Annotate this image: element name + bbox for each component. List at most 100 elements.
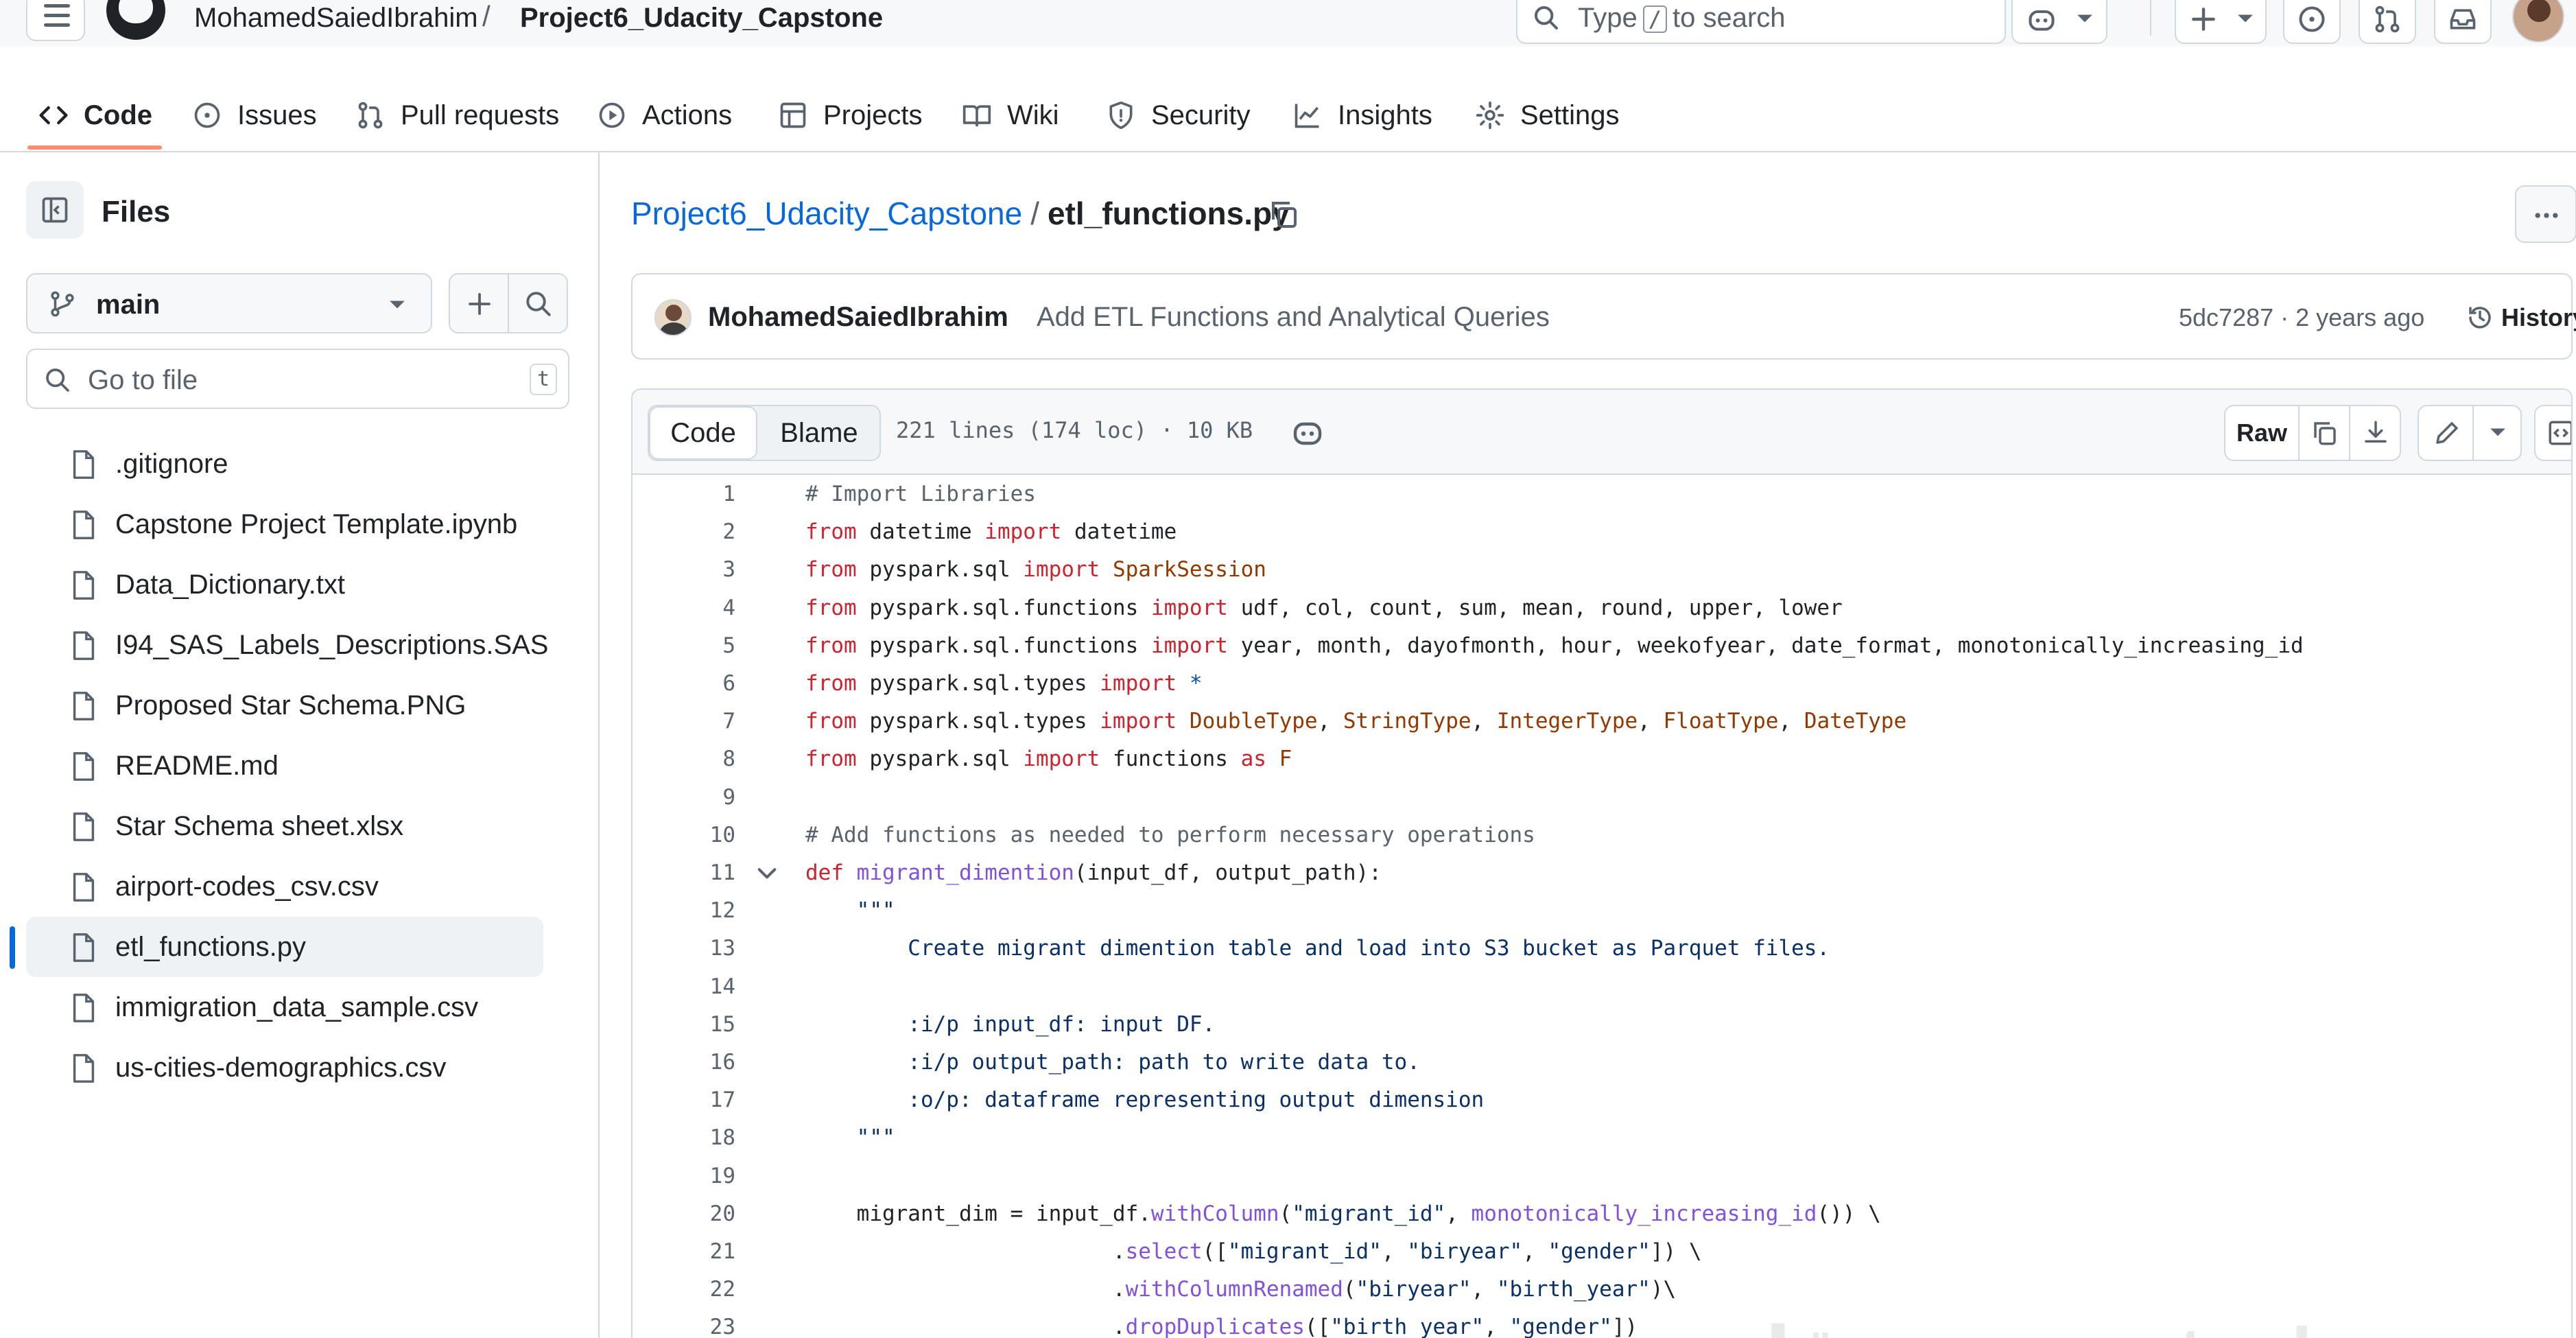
edit-file-button[interactable] xyxy=(2419,406,2474,460)
tab-projects[interactable]: Projects xyxy=(778,89,923,152)
file-tree-item[interactable]: I94_SAS_Labels_Descriptions.SAS xyxy=(26,615,548,675)
user-avatar[interactable] xyxy=(2512,0,2564,43)
file-icon xyxy=(73,752,95,781)
more-options-button[interactable] xyxy=(2515,185,2576,243)
commit-meta[interactable]: 5dc7287 · 2 years ago xyxy=(2179,303,2424,332)
line-number[interactable]: 6 xyxy=(653,671,735,696)
menu-button[interactable] xyxy=(26,0,85,41)
file-tree-item[interactable]: README.md xyxy=(26,736,543,796)
create-new-button[interactable] xyxy=(2175,0,2267,44)
edit-options-button[interactable] xyxy=(2475,406,2522,460)
book-icon xyxy=(962,105,991,127)
line-number[interactable]: 17 xyxy=(653,1088,735,1112)
tab-code-label: Code xyxy=(84,100,152,130)
line-number[interactable]: 1 xyxy=(653,482,735,506)
tab-pull-requests[interactable]: Pull requests xyxy=(355,89,559,152)
line-number[interactable]: 12 xyxy=(653,898,735,923)
line-number[interactable]: 20 xyxy=(653,1201,735,1226)
code-token: # Add functions as needed to perform nec… xyxy=(805,822,1535,847)
line-number[interactable]: 15 xyxy=(653,1012,735,1037)
line-number[interactable]: 9 xyxy=(653,785,735,810)
code-token: """ xyxy=(805,1125,895,1151)
file-tree-item[interactable]: airport-codes_csv.csv xyxy=(26,856,543,917)
line-number[interactable]: 16 xyxy=(653,1050,735,1075)
symbols-panel-button[interactable] xyxy=(2534,405,2571,461)
line-number[interactable]: 14 xyxy=(653,974,735,999)
file-tree-item[interactable]: us-cities-demographics.csv xyxy=(26,1037,543,1098)
file-tree-item[interactable]: .gitignore xyxy=(26,434,543,494)
line-number[interactable]: 2 xyxy=(653,519,735,544)
file-tree-item[interactable]: etl_functions.py xyxy=(10,917,543,977)
code-line: 9 xyxy=(633,779,2571,817)
file-tree-item[interactable]: Star Schema sheet.xlsx xyxy=(26,796,543,856)
commit-author-avatar[interactable] xyxy=(654,299,692,336)
go-to-file-input[interactable]: Go to file t xyxy=(26,349,569,409)
line-number[interactable]: 5 xyxy=(653,633,735,658)
fold-chevron-icon[interactable] xyxy=(755,862,779,887)
graph-icon xyxy=(1295,104,1319,128)
line-number[interactable]: 13 xyxy=(653,936,735,961)
file-name: us-cities-demographics.csv xyxy=(115,1053,447,1083)
code-text: """ xyxy=(805,1125,895,1150)
copy-path-icon[interactable] xyxy=(1268,198,1301,231)
line-number[interactable]: 22 xyxy=(653,1277,735,1302)
pull-requests-shortcut-button[interactable] xyxy=(2359,0,2416,44)
commit-author[interactable]: MohamedSaiedIbrahim xyxy=(708,302,1008,333)
github-logo-icon[interactable] xyxy=(106,0,165,40)
raw-button[interactable]: Raw xyxy=(2225,406,2300,460)
copilot-button[interactable] xyxy=(2011,0,2107,44)
file-icon xyxy=(73,692,95,720)
code-view-tab[interactable]: Code xyxy=(649,406,757,460)
tab-code[interactable]: Code xyxy=(38,89,152,152)
line-number[interactable]: 23 xyxy=(653,1315,735,1338)
code-line: 10 # Add functions as needed to perform n… xyxy=(633,817,2571,855)
file-tree-item[interactable]: immigration_data_sample.csv xyxy=(26,977,543,1037)
code-token: "migrant_id" xyxy=(1227,1239,1382,1264)
code-toolbar: Code Blame 221 lines (174 loc) · 10 KB R… xyxy=(633,390,2571,475)
line-number[interactable]: 21 xyxy=(653,1239,735,1264)
inbox-button[interactable] xyxy=(2434,0,2492,44)
breadcrumb-repo-link[interactable]: Project6_Udacity_Capstone xyxy=(631,196,1022,231)
code-line: 5 from pyspark.sql.functions import year,… xyxy=(633,628,2571,666)
line-number[interactable]: 7 xyxy=(653,709,735,733)
add-file-button[interactable] xyxy=(449,273,509,333)
line-number[interactable]: 18 xyxy=(653,1125,735,1150)
tab-security[interactable]: Security xyxy=(1106,89,1251,152)
search-input[interactable]: Type / to search xyxy=(1516,0,2006,44)
blame-view-tab[interactable]: Blame xyxy=(757,406,879,460)
branch-selector[interactable]: main xyxy=(26,273,432,333)
file-tree-item[interactable]: Data_Dictionary.txt xyxy=(26,554,543,615)
tab-wiki[interactable]: Wiki xyxy=(962,89,1059,152)
commit-message[interactable]: Add ETL Functions and Analytical Queries xyxy=(1037,302,1550,333)
tab-settings[interactable]: Settings xyxy=(1475,89,1620,152)
repo-navigation: Code Issues Pull requests Actions Projec… xyxy=(0,80,2576,152)
repo-link[interactable]: Project6_Udacity_Capstone xyxy=(520,3,883,34)
pull-request-icon xyxy=(358,102,383,129)
edit-actions-group xyxy=(2418,405,2522,461)
tab-insights[interactable]: Insights xyxy=(1292,89,1432,152)
line-number[interactable]: 4 xyxy=(653,596,735,620)
download-button[interactable] xyxy=(2352,406,2401,460)
search-files-button[interactable] xyxy=(508,273,568,333)
copy-raw-button[interactable] xyxy=(2301,406,2350,460)
collapse-sidebar-button[interactable] xyxy=(26,181,84,239)
history-button[interactable]: History xyxy=(2452,292,2576,342)
code-token: "birth_year" xyxy=(1330,1315,1485,1338)
copilot-icon[interactable] xyxy=(1291,416,1324,449)
owner-link[interactable]: MohamedSaiedIbrahim xyxy=(194,3,478,34)
line-number[interactable]: 11 xyxy=(653,860,735,885)
line-number[interactable]: 8 xyxy=(653,747,735,771)
line-number[interactable]: 3 xyxy=(653,557,735,582)
line-number[interactable]: 10 xyxy=(653,823,735,847)
code-text: from pyspark.sql.functions import year, … xyxy=(805,633,2304,658)
issues-shortcut-button[interactable] xyxy=(2283,0,2341,44)
code-token: , xyxy=(1484,1315,1510,1338)
tab-issues[interactable]: Issues xyxy=(192,89,317,152)
file-tree-item[interactable]: Capstone Project Template.ipynb xyxy=(26,494,543,554)
line-number[interactable]: 19 xyxy=(653,1164,735,1188)
file-name: airport-codes_csv.csv xyxy=(115,871,379,902)
file-tree-item[interactable]: Proposed Star Schema.PNG xyxy=(26,675,543,736)
tab-actions[interactable]: Actions xyxy=(597,89,732,152)
